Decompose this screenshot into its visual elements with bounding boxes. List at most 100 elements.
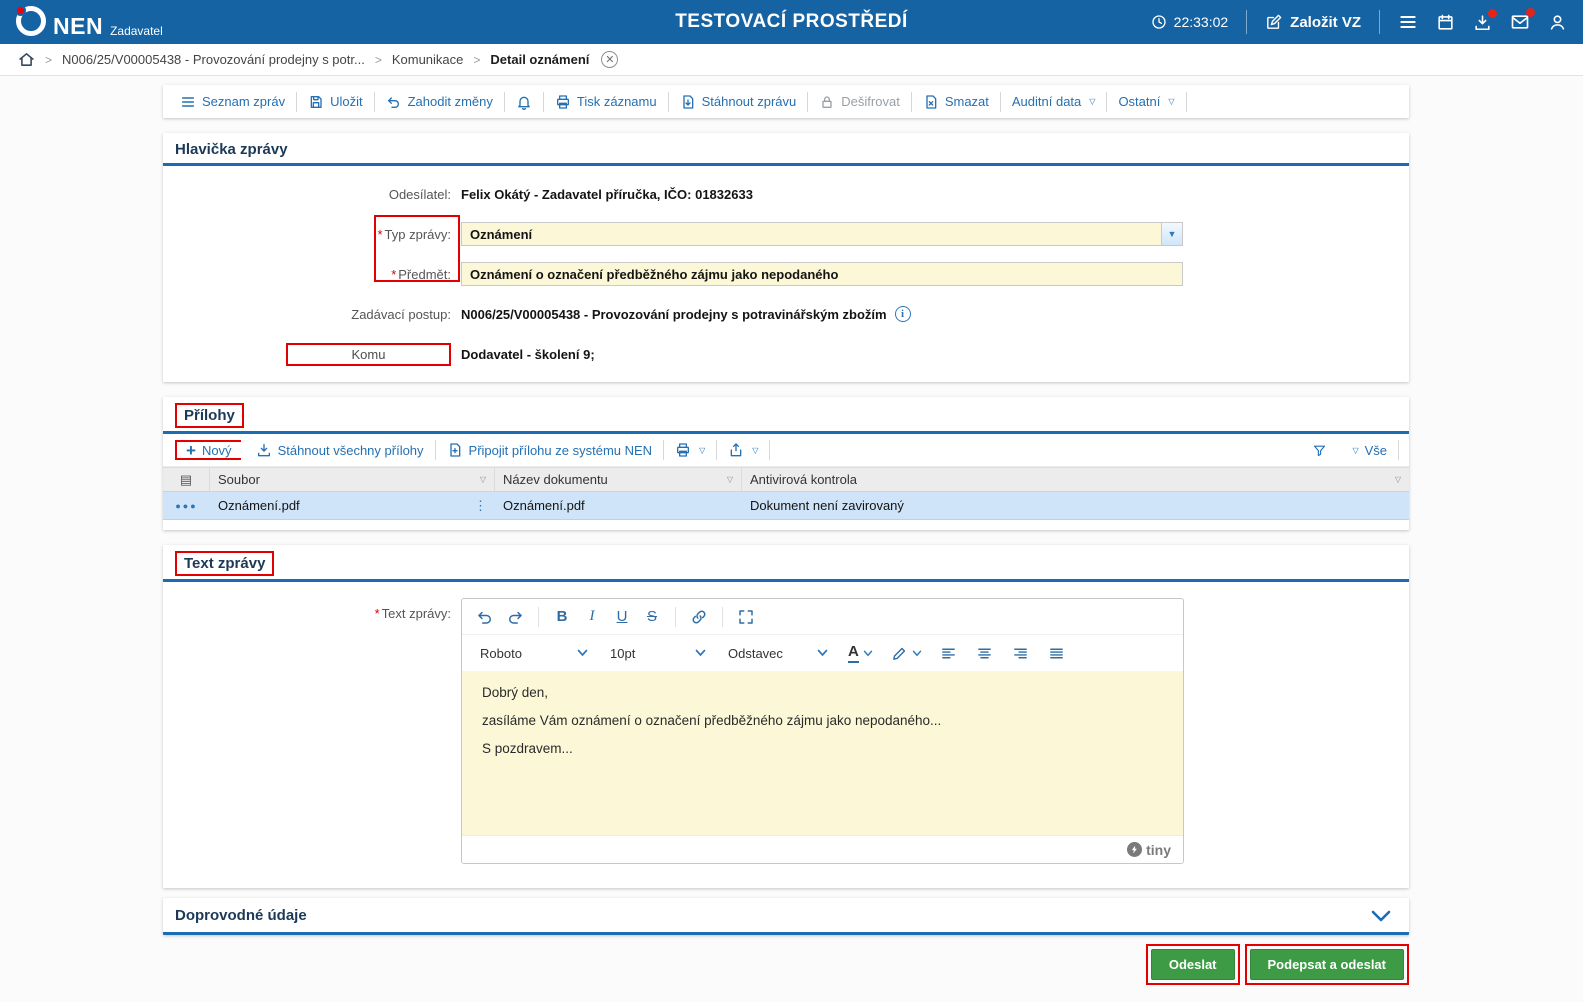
column-header-antivirus[interactable]: Antivirová kontrola ▽ [742, 468, 1409, 491]
breadcrumb-separator: > [45, 52, 53, 67]
download-all-attachments-button[interactable]: Stáhnout všechny přílohy [245, 440, 436, 460]
new-attachment-button[interactable]: + Nový [175, 440, 241, 460]
recipient-button[interactable]: Komu [286, 342, 451, 366]
table-row[interactable]: ●●● Oznámení.pdf ⋮ Oznámení.pdf Dokument… [163, 492, 1409, 520]
messages-icon[interactable] [1510, 8, 1535, 32]
tinymce-brand[interactable]: tiny [1127, 842, 1171, 858]
delete-button[interactable]: Smazat [912, 91, 1001, 112]
lock-icon [819, 94, 835, 110]
column-header-doc-name[interactable]: Název dokumentu ▽ [495, 468, 742, 491]
procedure-label: Zadávací postup: [351, 306, 451, 322]
section-title: Doprovodné údaje [175, 907, 307, 924]
toolbar-separator [722, 606, 723, 627]
header-divider [1246, 10, 1248, 34]
section-title: Hlavička zprávy [175, 141, 288, 158]
save-button[interactable]: Uložit [297, 91, 375, 112]
section-message-text: Text zprávy * Text zprávy: B I U S Robot… [163, 545, 1409, 888]
bold-icon[interactable]: B [549, 604, 575, 630]
align-right-icon[interactable] [1008, 640, 1034, 666]
column-header-file[interactable]: Soubor ▽ [210, 468, 495, 491]
row-drag-handle[interactable]: ●●● [163, 492, 210, 519]
recipient-label-wrap: Komu [163, 342, 461, 366]
message-type-label: * Typ zprávy: [377, 226, 451, 242]
print-record-button[interactable]: Tisk záznamu [544, 91, 669, 112]
breadcrumb-communication[interactable]: Komunikace [392, 52, 464, 67]
row-menu-icon[interactable]: ⋮ [474, 498, 487, 514]
menu-icon[interactable] [1398, 12, 1418, 32]
dropdown-icon: ▽ [1089, 97, 1096, 106]
message-paragraph: zasíláme Vám oznámení o označení předběž… [482, 713, 942, 728]
form-row-procedure: Zadávací postup: N006/25/V00005438 - Pro… [163, 294, 1409, 334]
download-message-button[interactable]: Stáhnout zprávu [669, 91, 809, 112]
decrypt-button: Dešifrovat [808, 91, 912, 112]
editor-status-bar: tiny [462, 835, 1183, 863]
text-color-button[interactable]: A [844, 640, 877, 666]
section-attachments: Přílohy + Nový Stáhnout všechny přílohy … [163, 397, 1409, 530]
redo-icon[interactable] [502, 604, 528, 630]
highlight-icon [891, 645, 908, 662]
text-color-icon: A [848, 643, 859, 663]
close-tab-icon[interactable]: ✕ [601, 51, 619, 68]
attach-file-icon [447, 442, 463, 458]
export-attachments-button[interactable]: ▽ [717, 440, 771, 460]
form-row-sender: Odesílatel: Felix Okátý - Zadavatel přír… [163, 174, 1409, 214]
message-text-label: * Text zprávy: [374, 606, 451, 621]
font-size-select[interactable]: 10pt [604, 640, 712, 666]
message-list-button[interactable]: Seznam zpráv [169, 91, 298, 112]
section-message-header: Hlavička zprávy Odesílatel: Felix Okátý … [163, 133, 1409, 382]
chevron-down-icon[interactable]: ▼ [1161, 223, 1182, 245]
nen-logo-icon [15, 5, 46, 36]
save-icon [308, 94, 324, 110]
row-file-cell: Oznámení.pdf ⋮ [218, 497, 487, 514]
column-filter-icon[interactable]: ▽ [1395, 475, 1401, 484]
align-left-icon[interactable] [936, 640, 962, 666]
notification-button[interactable] [505, 91, 544, 112]
nen-logo[interactable]: NEN Zadavatel [15, 5, 163, 39]
message-text-input[interactable]: Dobrý den, zasíláme Vám oznámení o označ… [462, 671, 1183, 835]
filter-all-button[interactable]: ▽ Vše [1339, 440, 1399, 460]
highlight-color-button[interactable] [887, 640, 926, 666]
link-icon[interactable] [686, 604, 712, 630]
attach-from-nen-button[interactable]: Připojit přílohu ze systému NEN [436, 440, 665, 460]
font-family-select[interactable]: Roboto [474, 640, 594, 666]
block-format-select[interactable]: Odstavec [722, 640, 834, 666]
info-icon[interactable]: i [894, 306, 911, 322]
message-type-select[interactable]: Oznámení ▼ [461, 222, 1183, 246]
calendar-icon[interactable] [1436, 13, 1455, 32]
form-row-subject: * Předmět: Oznámení o označení předběžnéh… [163, 254, 1409, 294]
align-justify-icon[interactable] [1044, 640, 1070, 666]
printer-icon [675, 442, 691, 458]
align-center-icon[interactable] [972, 640, 998, 666]
home-icon[interactable] [18, 51, 35, 68]
view-toggle-icon[interactable]: ▤ [163, 468, 210, 491]
filter-icon[interactable] [1312, 443, 1327, 458]
nen-logo-dot [15, 5, 26, 16]
column-filter-icon[interactable]: ▽ [727, 475, 733, 484]
send-button[interactable]: Odeslat [1150, 949, 1235, 980]
attachments-toolbar: + Nový Stáhnout všechny přílohy Připojit… [163, 434, 1409, 467]
downloads-icon[interactable] [1473, 8, 1497, 32]
subject-input[interactable]: Oznámení o označení předběžného zájmu ja… [461, 262, 1183, 286]
breadcrumb-separator: > [374, 52, 382, 67]
audit-data-button[interactable]: Auditní data ▽ [1001, 91, 1108, 112]
italic-icon[interactable]: I [579, 604, 605, 630]
underline-icon[interactable]: U [609, 604, 635, 630]
strikethrough-icon[interactable]: S [639, 604, 665, 630]
breadcrumb-procedure[interactable]: N006/25/V00005438 - Provozování prodejny… [62, 52, 365, 67]
print-attachments-button[interactable]: ▽ [664, 440, 718, 460]
profile-icon[interactable] [1548, 13, 1567, 32]
brand-subtitle: Zadavatel [110, 24, 163, 38]
sign-and-send-button[interactable]: Podepsat a odeslat [1249, 949, 1404, 980]
section-accompanying-data[interactable]: Doprovodné údaje [163, 898, 1409, 935]
export-icon [728, 442, 744, 458]
brand-name: NEN [53, 13, 104, 39]
undo-icon[interactable] [472, 604, 498, 630]
list-icon [180, 94, 196, 110]
other-actions-button[interactable]: Ostatní ▽ [1107, 91, 1187, 112]
annotation-box-sign-send: Podepsat a odeslat [1244, 944, 1409, 985]
create-vz-button[interactable]: Založit VZ [1265, 14, 1361, 31]
chevron-down-icon[interactable] [1371, 910, 1391, 922]
discard-changes-button[interactable]: Zahodit změny [375, 91, 505, 112]
column-filter-icon[interactable]: ▽ [480, 475, 486, 484]
fullscreen-icon[interactable] [733, 604, 759, 630]
